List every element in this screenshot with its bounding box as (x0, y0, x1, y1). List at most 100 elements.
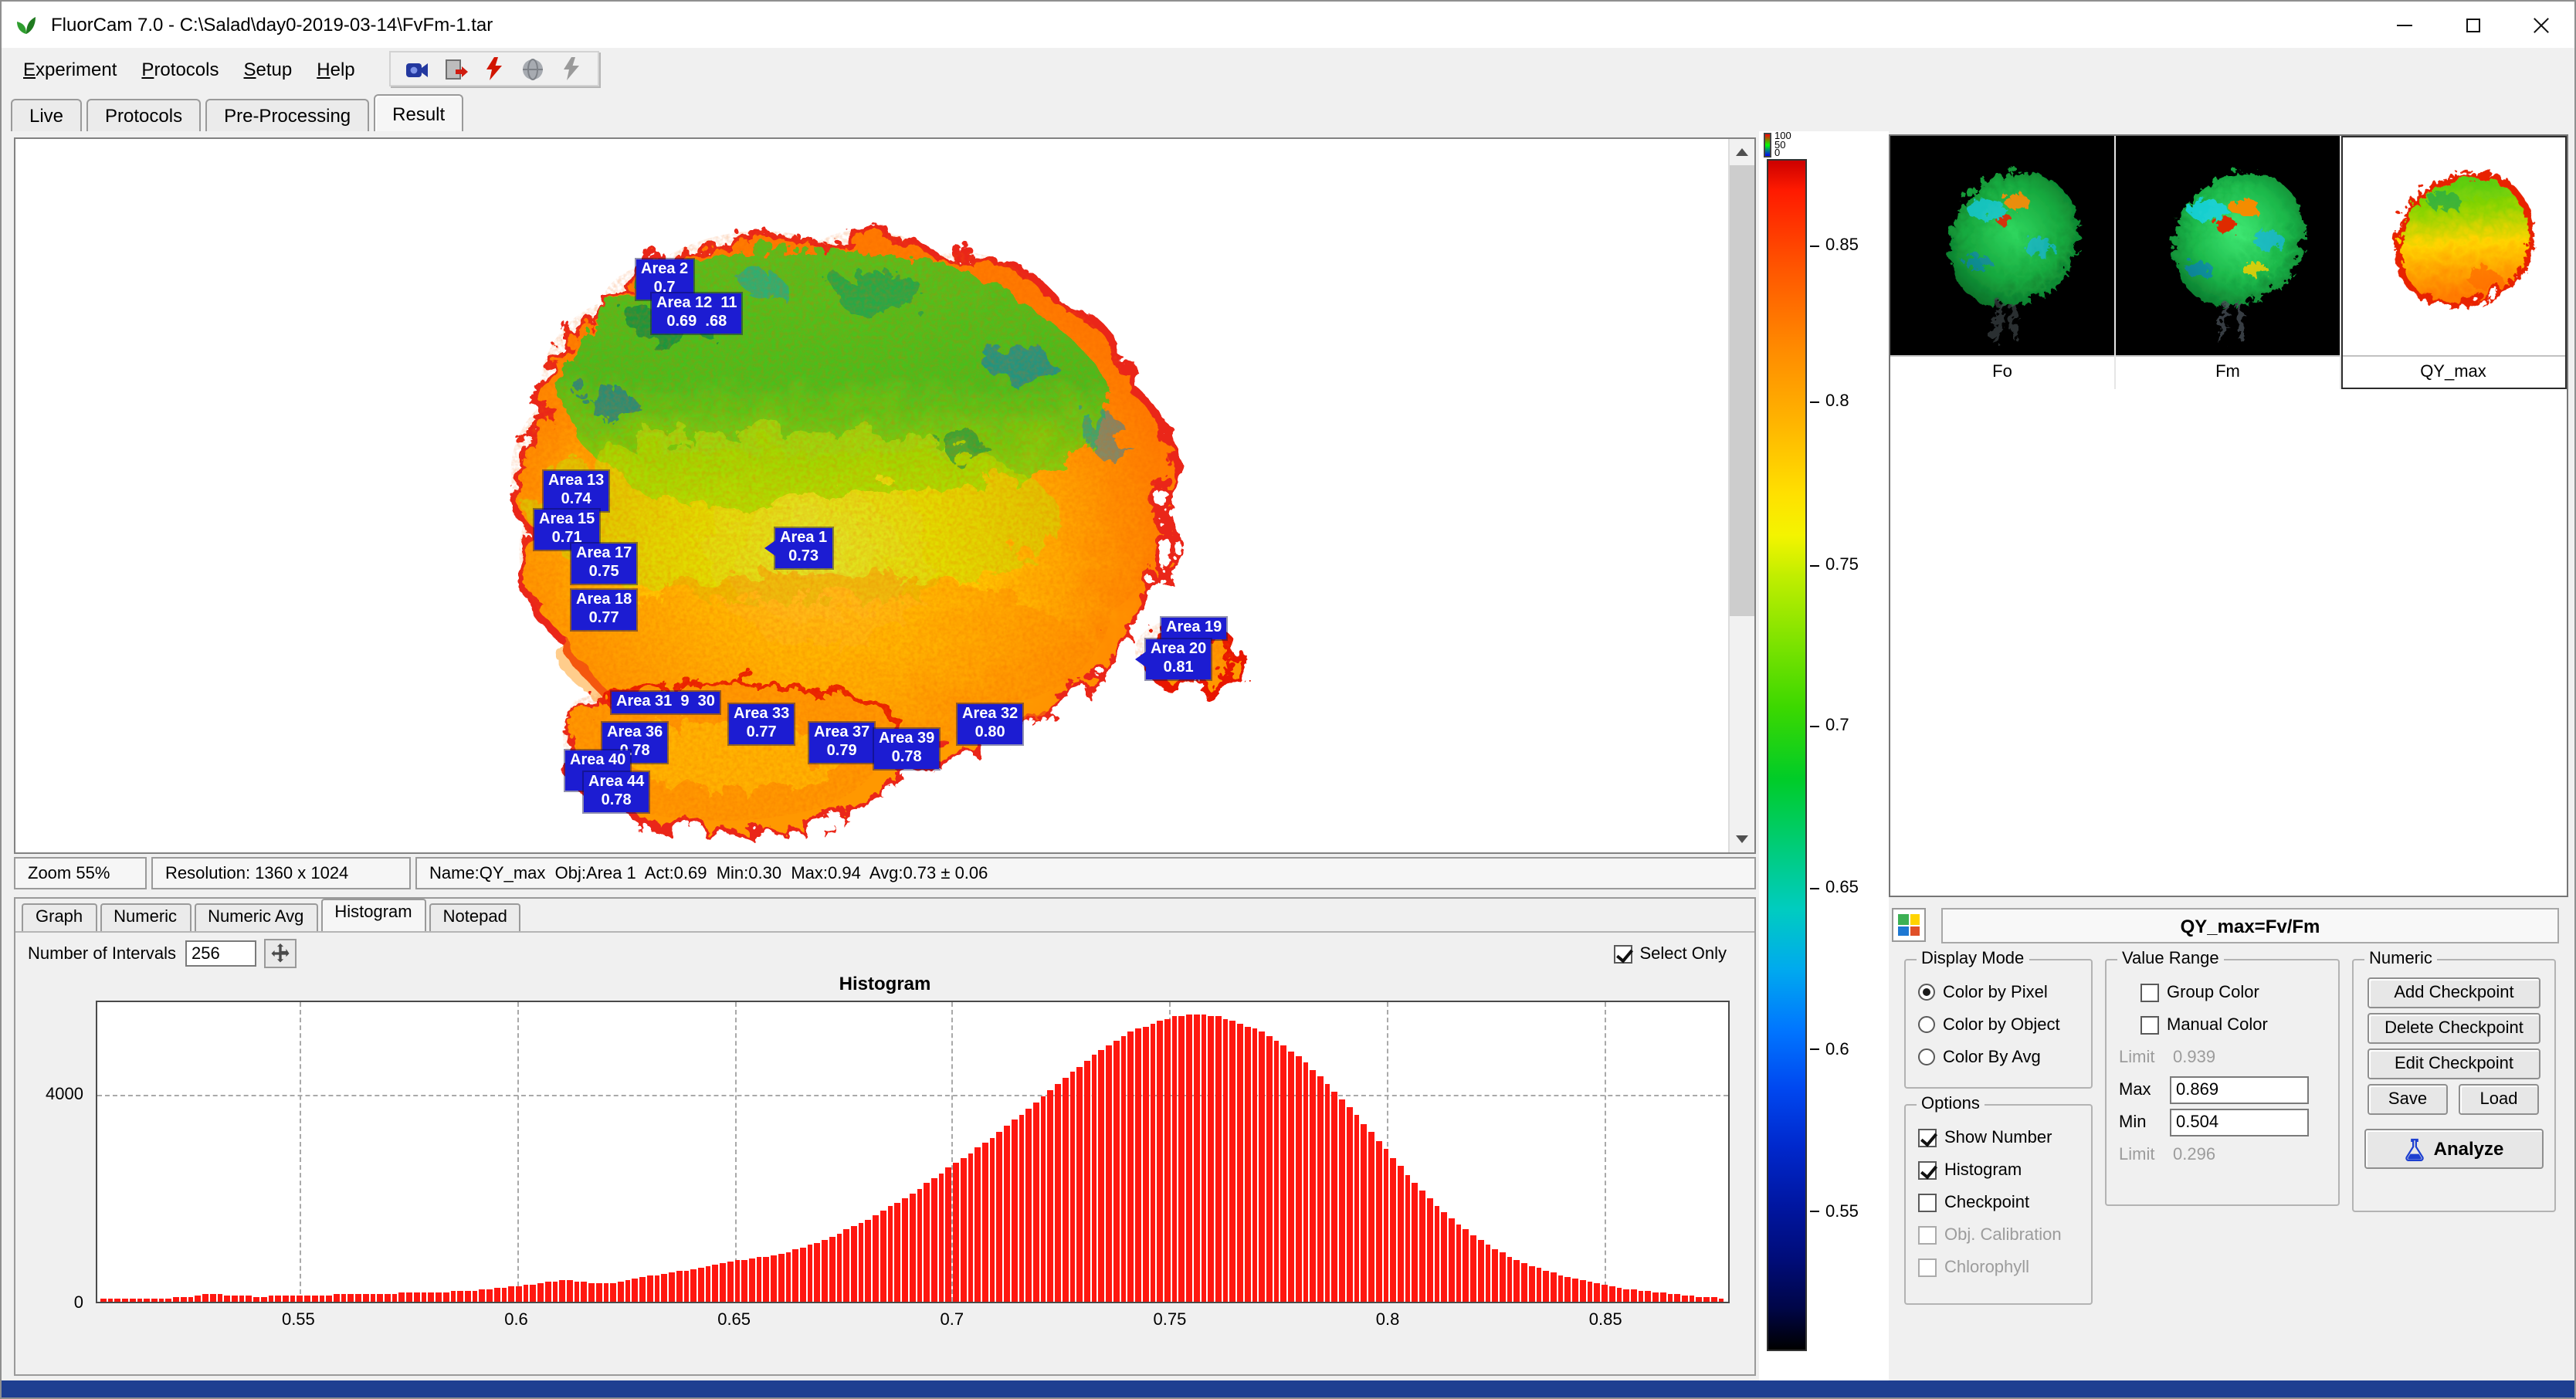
menu-help[interactable]: Help (304, 52, 367, 86)
add-checkpoint-button[interactable]: Add Checkpoint (2368, 977, 2540, 1008)
histogram-bar (1288, 1051, 1293, 1302)
thumbnail-cell[interactable]: Fo (1890, 136, 2116, 389)
histogram-bar (997, 1132, 1002, 1302)
menu-experiment[interactable]: Experiment (11, 52, 129, 86)
thumbnail-label-qymax: QY_max (2341, 355, 2565, 388)
x-axis: 0.550.60.650.70.750.80.85 (96, 1311, 1730, 1342)
thumbnail-image-fo (1890, 136, 2114, 355)
x-tick-label: 0.65 (717, 1311, 751, 1330)
globe-icon[interactable] (520, 56, 545, 81)
tab-pre-processing[interactable]: Pre-Processing (205, 99, 369, 131)
mini-gradient-icon (1764, 133, 1771, 158)
checkbox-checkpoint[interactable]: Checkpoint (1906, 1186, 2091, 1218)
color-scale-bar[interactable] (1767, 159, 1807, 1351)
area-label-area-31-9-30[interactable]: Area 31 9 30 (612, 692, 720, 713)
area-label-area-19[interactable]: Area 19 (1161, 618, 1226, 639)
load-button[interactable]: Load (2459, 1084, 2539, 1115)
thumbnail-image-qymax (2341, 136, 2565, 355)
area-label-area-37[interactable]: Area 370.79 (809, 723, 874, 763)
histogram-bar (1682, 1296, 1687, 1302)
area-label-area-18[interactable]: Area 180.77 (571, 590, 636, 630)
display-mode-title: Display Mode (1917, 950, 2029, 968)
tab-result[interactable]: Result (374, 94, 463, 131)
lightning-red-icon[interactable] (482, 56, 507, 81)
histogram-bar (931, 1178, 937, 1302)
histogram-bar (1572, 1279, 1578, 1302)
lightning-gray-icon[interactable] (559, 56, 584, 81)
max-value-input[interactable] (2170, 1076, 2309, 1103)
tab-notepad[interactable]: Notepad (429, 903, 521, 931)
histogram-bar (1602, 1285, 1607, 1302)
delete-checkpoint-button[interactable]: Delete Checkpoint (2368, 1013, 2540, 1044)
histogram-bar (1609, 1286, 1615, 1302)
scroll-up-button[interactable] (1730, 139, 1754, 165)
histogram-bar (836, 1233, 842, 1302)
tab-protocols[interactable]: Protocols (86, 99, 201, 131)
histogram-bar (1230, 1021, 1235, 1302)
select-only-checkbox[interactable]: Select Only (1614, 944, 1727, 963)
maximize-icon (2466, 18, 2479, 32)
expand-button[interactable] (264, 939, 297, 968)
area-label-area-20[interactable]: Area 200.81 (1146, 639, 1211, 679)
camera-icon[interactable] (405, 56, 429, 81)
histogram-bar (1347, 1106, 1352, 1302)
area-label-area-13[interactable]: Area 130.74 (544, 471, 608, 511)
menu-protocols[interactable]: Protocols (129, 52, 231, 86)
thumbnail-cell[interactable]: QY_max (2341, 136, 2567, 389)
manual-color-label: Manual Color (2167, 1015, 2268, 1034)
thumbnail-cell[interactable]: Fm (2116, 136, 2341, 389)
histogram-bar (1390, 1158, 1395, 1302)
checkbox-histogram[interactable]: Histogram (1906, 1153, 2091, 1186)
histogram-bar (239, 1296, 244, 1302)
histogram-bar (1631, 1290, 1636, 1302)
save-button[interactable]: Save (2368, 1084, 2448, 1115)
min-value-input[interactable] (2170, 1108, 2309, 1136)
area-label-area-32[interactable]: Area 320.80 (958, 704, 1022, 744)
y-tick-label: 4000 (46, 1086, 83, 1104)
histogram-bar (334, 1295, 339, 1302)
histogram-bar (1135, 1029, 1141, 1302)
radio-color-by-pixel[interactable]: Color by Pixel (1906, 976, 2091, 1008)
tab-numeric-avg[interactable]: Numeric Avg (194, 903, 317, 931)
scroll-down-button[interactable] (1730, 826, 1754, 852)
analyze-button[interactable]: Analyze (2364, 1129, 2544, 1169)
tab-numeric[interactable]: Numeric (100, 903, 191, 931)
analysis-panel: Graph Numeric Numeric Avg Histogram Note… (14, 897, 1756, 1376)
area-label-area-44[interactable]: Area 440.78 (584, 772, 649, 812)
histogram-bar (530, 1284, 536, 1302)
histogram-bar (647, 1276, 652, 1302)
area-label-area-39[interactable]: Area 390.78 (874, 729, 939, 769)
histogram-bar (232, 1296, 237, 1302)
menu-setup[interactable]: Setup (232, 52, 305, 86)
checkbox-show-number[interactable]: Show Number (1906, 1121, 2091, 1153)
zoom-status[interactable]: Zoom 55% (14, 857, 147, 889)
histogram-bar (946, 1168, 951, 1302)
maximize-button[interactable] (2439, 2, 2507, 48)
edit-checkpoint-button[interactable]: Edit Checkpoint (2368, 1048, 2540, 1079)
image-vertical-scrollbar[interactable] (1728, 139, 1754, 852)
export-icon[interactable] (443, 56, 468, 81)
radio-color-by-avg[interactable]: Color By Avg (1906, 1041, 2091, 1073)
radio-color-by-object[interactable]: Color by Object (1906, 1008, 2091, 1041)
histogram-bar (1463, 1230, 1469, 1302)
area-label-area-17[interactable]: Area 170.75 (571, 544, 636, 584)
area-label-area-33[interactable]: Area 330.77 (729, 704, 794, 744)
histogram-bar (1595, 1284, 1600, 1302)
histogram-bar (1310, 1069, 1316, 1302)
area-label-area-1[interactable]: Area 10.73 (775, 528, 832, 568)
manual-color-checkbox[interactable]: Manual Color (2107, 1008, 2338, 1041)
histogram-bar (1500, 1253, 1505, 1302)
intervals-input[interactable] (185, 940, 256, 967)
histogram-bar (399, 1293, 405, 1302)
group-color-checkbox[interactable]: Group Color (2107, 976, 2338, 1008)
tab-graph[interactable]: Graph (22, 903, 97, 931)
area-label-area-12-11[interactable]: Area 12 110.69 .68 (652, 293, 742, 334)
tab-histogram[interactable]: Histogram (320, 899, 425, 931)
histogram-bar (639, 1278, 645, 1302)
close-button[interactable] (2507, 2, 2574, 48)
palette-icon[interactable] (1892, 908, 1926, 942)
minimize-button[interactable] (2371, 2, 2439, 48)
tab-live[interactable]: Live (11, 99, 82, 131)
histogram-bar (1164, 1019, 1170, 1302)
scrollbar-thumb[interactable] (1730, 165, 1754, 616)
